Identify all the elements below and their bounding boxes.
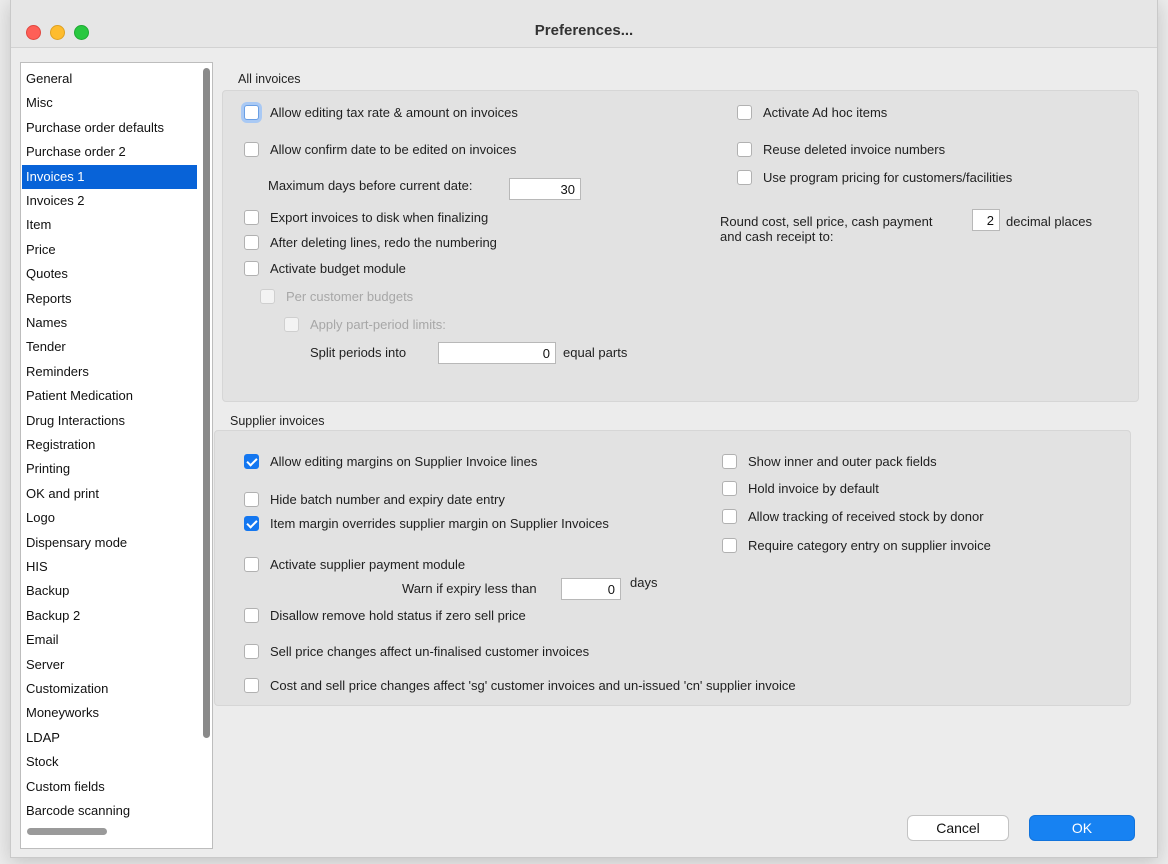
all-invoices-section-title: All invoices — [238, 72, 301, 86]
round-cost-label-line2: and cash receipt to: — [720, 229, 834, 244]
require-category-label: Require category entry on supplier invoi… — [748, 538, 991, 553]
sidebar-item[interactable]: Printing — [22, 457, 197, 481]
allow-editing-tax-label: Allow editing tax rate & amount on invoi… — [270, 105, 518, 120]
warn-expiry-field[interactable]: 0 — [561, 578, 621, 600]
all-invoices-group: Allow editing tax rate & amount on invoi… — [222, 90, 1139, 402]
title-bar: Preferences... — [11, 0, 1157, 48]
preferences-window: Preferences... General Misc Purchase order… — [10, 0, 1158, 858]
sidebar-item[interactable]: Dispensary mode — [22, 531, 197, 555]
hide-batch-label: Hide batch number and expiry date entry — [270, 492, 505, 507]
sidebar-item[interactable]: Purchase order defaults — [22, 116, 197, 140]
redo-numbering-checkbox[interactable] — [244, 235, 259, 250]
round-cost-label-line1: Round cost, sell price, cash payment — [720, 214, 933, 229]
per-customer-budgets-label: Per customer budgets — [286, 289, 414, 304]
max-days-label: Maximum days before current date: — [268, 178, 473, 193]
sidebar-item[interactable]: Server — [22, 653, 197, 677]
program-pricing-label: Use program pricing for customers/facili… — [763, 170, 1013, 185]
split-periods-prefix: Split periods into — [310, 345, 407, 360]
show-pack-fields-label: Show inner and outer pack fields — [748, 454, 937, 469]
sidebar-item[interactable]: Drug Interactions — [22, 409, 197, 433]
show-pack-fields-checkbox[interactable] — [722, 454, 737, 469]
sidebar-item[interactable]: LDAP — [22, 726, 197, 750]
sidebar-item[interactable]: Quotes — [22, 262, 197, 286]
sell-price-changes-label: Sell price changes affect un-finalised c… — [270, 644, 590, 659]
cancel-button[interactable]: Cancel — [907, 815, 1009, 841]
disallow-remove-hold-checkbox[interactable] — [244, 608, 259, 623]
sidebar-item[interactable]: General — [22, 67, 197, 91]
cost-sell-changes-checkbox[interactable] — [244, 678, 259, 693]
sidebar-item[interactable]: Moneyworks — [22, 701, 197, 725]
warn-expiry-prefix: Warn if expiry less than — [402, 581, 537, 596]
ok-button[interactable]: OK — [1029, 815, 1135, 841]
supplier-invoices-group: Allow editing margins on Supplier Invoic… — [214, 430, 1131, 706]
activate-payment-checkbox[interactable] — [244, 557, 259, 572]
allow-editing-tax-checkbox[interactable] — [244, 105, 259, 120]
sidebar-horizontal-scrollbar[interactable] — [27, 828, 107, 835]
sidebar-item[interactable]: Backup 2 — [22, 604, 197, 628]
sidebar-item[interactable]: Invoices 2 — [22, 189, 197, 213]
allow-editing-margins-label: Allow editing margins on Supplier Invoic… — [270, 454, 538, 469]
track-by-donor-checkbox[interactable] — [722, 509, 737, 524]
activate-budget-label: Activate budget module — [270, 261, 406, 276]
allow-confirm-date-checkbox[interactable] — [244, 142, 259, 157]
export-to-disk-checkbox[interactable] — [244, 210, 259, 225]
sidebar-item[interactable]: Reports — [22, 287, 197, 311]
sidebar-item[interactable]: Barcode scanning — [22, 799, 197, 823]
sidebar-item[interactable]: Backup — [22, 579, 197, 603]
sidebar-item[interactable]: Price — [22, 238, 197, 262]
sidebar-vertical-scrollbar[interactable] — [203, 68, 210, 738]
item-margin-overrides-label: Item margin overrides supplier margin on… — [270, 516, 609, 531]
apply-part-period-checkbox[interactable] — [284, 317, 299, 332]
redo-numbering-label: After deleting lines, redo the numbering — [270, 235, 497, 250]
hold-by-default-label: Hold invoice by default — [748, 481, 879, 496]
activate-payment-label: Activate supplier payment module — [270, 557, 466, 572]
sidebar-item[interactable]: Names — [22, 311, 197, 335]
reuse-deleted-checkbox[interactable] — [737, 142, 752, 157]
sidebar-item[interactable]: Tender — [22, 335, 197, 359]
sidebar-item[interactable]: Stock — [22, 750, 197, 774]
item-margin-overrides-checkbox[interactable] — [244, 516, 259, 531]
preferences-category-list: General Misc Purchase order defaults Purcha… — [20, 62, 213, 849]
sidebar-item[interactable]: Misc — [22, 91, 197, 115]
sidebar-item[interactable]: Email — [22, 628, 197, 652]
activate-budget-checkbox[interactable] — [244, 261, 259, 276]
warn-expiry-suffix: days — [630, 575, 658, 590]
apply-part-period-label: Apply part-period limits: — [310, 317, 446, 332]
sidebar-item[interactable]: OK and print — [22, 482, 197, 506]
window-title: Preferences... — [534, 22, 634, 39]
sidebar-item[interactable]: Patient Medication — [22, 384, 197, 408]
reuse-deleted-label: Reuse deleted invoice numbers — [763, 142, 946, 157]
split-periods-suffix: equal parts — [563, 345, 628, 360]
sidebar-item[interactable]: Registration — [22, 433, 197, 457]
require-category-checkbox[interactable] — [722, 538, 737, 553]
hide-batch-checkbox[interactable] — [244, 492, 259, 507]
per-customer-budgets-checkbox[interactable] — [260, 289, 275, 304]
sidebar-item[interactable]: Logo — [22, 506, 197, 530]
sidebar-item[interactable]: Custom fields — [22, 775, 197, 799]
activate-ad-hoc-checkbox[interactable] — [737, 105, 752, 120]
hold-by-default-checkbox[interactable] — [722, 481, 737, 496]
allow-editing-margins-checkbox[interactable] — [244, 454, 259, 469]
sidebar-item[interactable]: HIS — [22, 555, 197, 579]
cost-sell-changes-label: Cost and sell price changes affect 'sg' … — [270, 678, 796, 693]
sidebar-item[interactable]: Item — [22, 213, 197, 237]
program-pricing-checkbox[interactable] — [737, 170, 752, 185]
sell-price-changes-checkbox[interactable] — [244, 644, 259, 659]
max-days-field[interactable]: 30 — [509, 178, 581, 200]
export-to-disk-label: Export invoices to disk when finalizing — [270, 210, 489, 225]
disallow-remove-hold-label: Disallow remove hold status if zero sell… — [270, 608, 526, 623]
round-cost-field[interactable]: 2 — [972, 209, 1000, 231]
track-by-donor-label: Allow tracking of received stock by dono… — [748, 509, 984, 524]
sidebar-item[interactable]: Purchase order 2 — [22, 140, 197, 164]
allow-confirm-date-label: Allow confirm date to be edited on invoi… — [270, 142, 517, 157]
sidebar-item[interactable]: Reminders — [22, 360, 197, 384]
split-periods-field[interactable]: 0 — [438, 342, 556, 364]
activate-ad-hoc-label: Activate Ad hoc items — [763, 105, 888, 120]
sidebar-item[interactable]: Invoices 1 — [22, 164, 197, 189]
supplier-invoices-section-title: Supplier invoices — [230, 414, 325, 428]
round-cost-suffix: decimal places — [1006, 214, 1092, 229]
sidebar-item[interactable]: Customization — [22, 677, 197, 701]
